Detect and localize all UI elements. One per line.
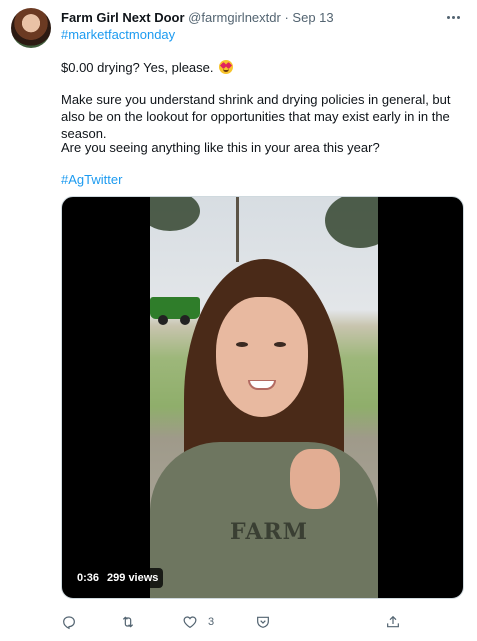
retweet-button[interactable] — [120, 612, 136, 632]
shirt-print: FARM — [230, 519, 309, 545]
save-button[interactable] — [255, 612, 271, 632]
tweet-text: $0.00 drying? Yes, please. — [61, 60, 214, 75]
reply-icon — [63, 616, 75, 630]
grain-cart-image — [150, 297, 200, 325]
user-handle[interactable]: @farmgirlnextdr — [188, 10, 281, 25]
video-frame: FARM — [150, 197, 378, 598]
more-options-icon[interactable] — [443, 9, 463, 25]
tweet-line-2: Make sure you understand shrink and dryi… — [61, 92, 451, 141]
like-count: 3 — [208, 616, 215, 628]
separator: · — [284, 10, 289, 25]
heart-eyes-emoji-icon — [219, 60, 234, 74]
shield-icon — [257, 616, 269, 628]
like-button[interactable]: 3 — [182, 612, 214, 632]
retweet-icon — [122, 616, 134, 628]
video-duration: 0:36 — [77, 572, 100, 584]
reply-button[interactable] — [61, 612, 77, 632]
share-button[interactable] — [385, 612, 401, 632]
tweet-actions: 3 — [61, 612, 411, 632]
hashtag-link[interactable]: #marketfactmonday — [61, 27, 175, 42]
video-player[interactable]: FARM 0:36 299 views — [61, 196, 464, 599]
hashtag-link[interactable]: #AgTwitter — [61, 172, 122, 187]
view-count: 299 views — [107, 572, 159, 584]
video-stats-badge: 0:36 299 views — [72, 568, 164, 588]
heart-icon — [183, 616, 197, 629]
avatar[interactable] — [11, 8, 51, 48]
tweet-line-1: $0.00 drying? Yes, please. — [61, 59, 234, 76]
tweet-date[interactable]: Sep 13 — [292, 10, 333, 25]
tweet-line-hashtag-top: #marketfactmonday — [61, 26, 175, 43]
tweet-line-3: Are you seeing anything like this in you… — [61, 140, 380, 155]
share-icon — [387, 615, 399, 628]
tweet-line-hashtag-bottom: #AgTwitter — [61, 171, 122, 188]
display-name[interactable]: Farm Girl Next Door — [61, 10, 185, 25]
tweet-header: Farm Girl Next Door @farmgirlnextdr · Se… — [61, 9, 334, 26]
